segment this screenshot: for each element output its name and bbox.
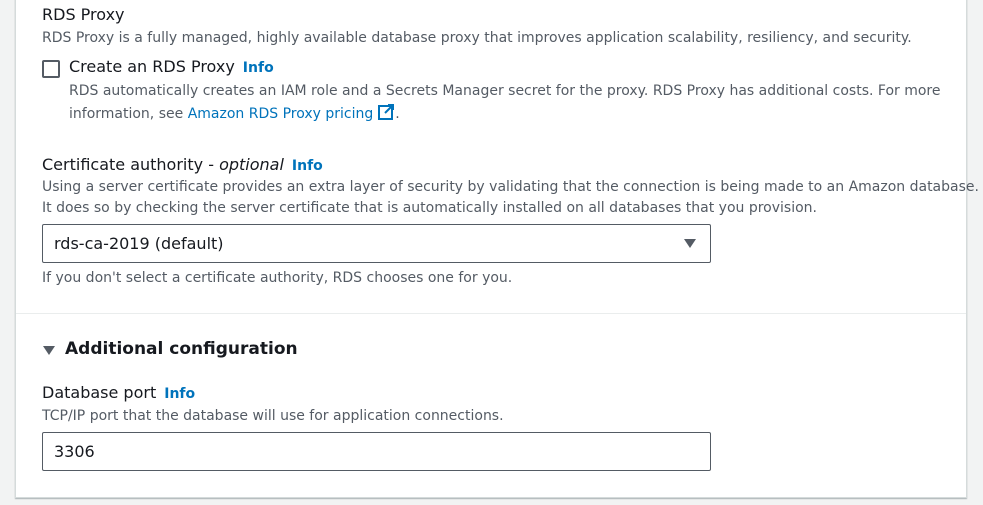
rds-proxy-description: RDS Proxy is a fully managed, highly ava…	[42, 30, 912, 46]
create-rds-proxy-label-row: Create an RDS Proxy Info	[69, 57, 274, 76]
certificate-authority-label: Certificate authority -	[42, 155, 214, 174]
database-port-label-row: Database port Info	[42, 383, 195, 402]
section-divider	[16, 313, 966, 314]
rds-proxy-title: RDS Proxy	[42, 5, 125, 24]
certificate-authority-select[interactable]: rds-ca-2019 (default)	[42, 224, 711, 263]
expand-triangle-icon[interactable]	[43, 346, 55, 355]
rds-proxy-note-suffix: .	[395, 106, 400, 122]
certificate-selected-value: rds-ca-2019 (default)	[54, 234, 224, 253]
rds-proxy-note-prefix: information, see	[69, 106, 184, 122]
certificate-description-line2: It does so by checking the server certif…	[42, 200, 817, 216]
rds-proxy-pricing-link[interactable]: Amazon RDS Proxy pricing	[188, 106, 374, 122]
certificate-description-line1: Using a server certificate provides an e…	[42, 179, 979, 195]
database-port-value: 3306	[54, 442, 95, 461]
rds-proxy-note-line2: information, see Amazon RDS Proxy pricin…	[69, 103, 400, 122]
rds-proxy-note-line1: RDS automatically creates an IAM role an…	[69, 83, 941, 99]
database-port-description: TCP/IP port that the database will use f…	[42, 408, 504, 424]
additional-configuration-toggle[interactable]: Additional configuration	[65, 339, 298, 359]
create-rds-proxy-label[interactable]: Create an RDS Proxy	[69, 57, 235, 76]
database-port-input[interactable]: 3306	[42, 432, 711, 471]
database-port-info-link[interactable]: Info	[164, 386, 195, 402]
caret-down-icon	[684, 239, 696, 248]
certificate-hint: If you don't select a certificate author…	[42, 270, 513, 286]
certificate-info-link[interactable]: Info	[292, 158, 323, 174]
database-settings-panel: RDS Proxy RDS Proxy is a fully managed, …	[15, 0, 979, 498]
rds-proxy-info-link[interactable]: Info	[243, 60, 274, 76]
certificate-authority-label-row: Certificate authority - optional Info	[42, 155, 323, 174]
certificate-optional-label: optional	[219, 155, 284, 174]
external-link-icon[interactable]	[377, 103, 395, 121]
create-rds-proxy-checkbox[interactable]	[42, 60, 60, 78]
database-port-label: Database port	[42, 383, 157, 402]
